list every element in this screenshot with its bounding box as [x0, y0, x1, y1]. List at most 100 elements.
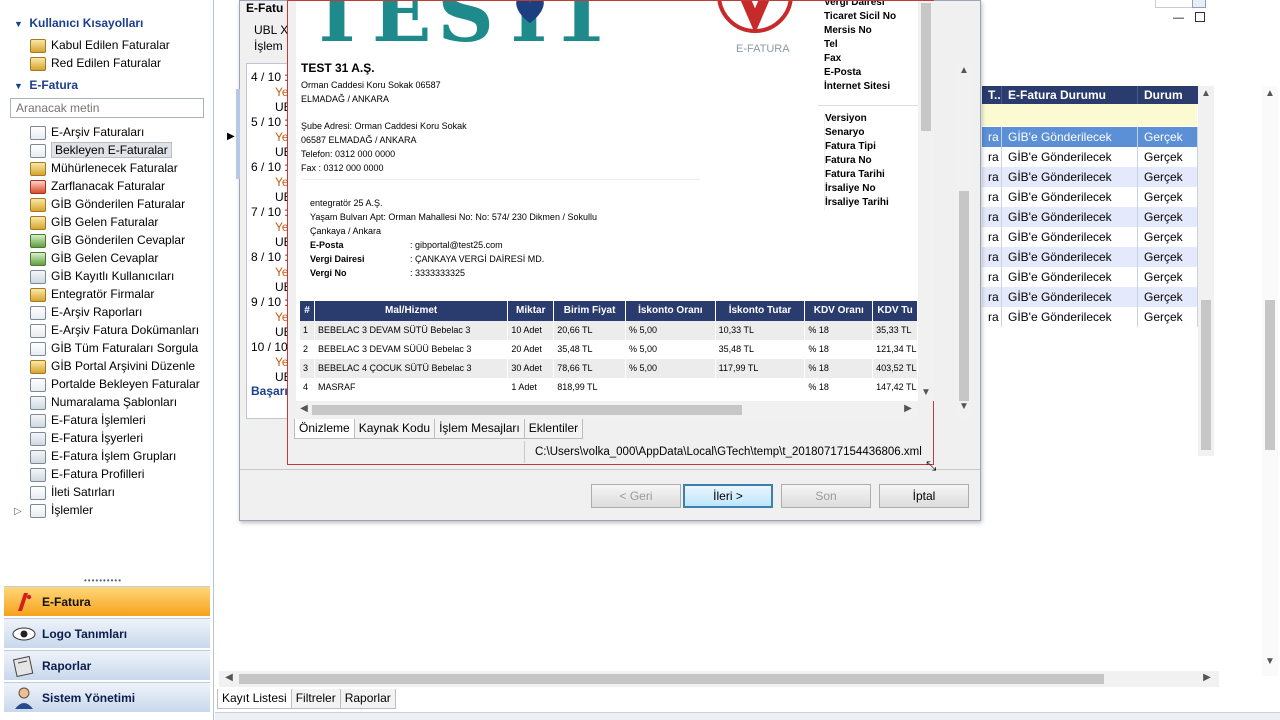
cell-t[interactable]: ra [982, 147, 1002, 167]
scroll-thumb[interactable] [239, 674, 1104, 684]
grid-vertical-scrollbar[interactable]: ▲ [1198, 86, 1214, 456]
scroll-thumb[interactable] [921, 3, 931, 131]
cell-e-fatura-durumu[interactable]: GİB'e Gönderilecek [1002, 247, 1138, 267]
cell-e-fatura-durumu[interactable]: GİB'e Gönderilecek [1002, 307, 1138, 327]
table-row[interactable]: ra GİB'e Gönderilecek Gerçek [982, 267, 1198, 287]
scroll-up-icon[interactable]: ▲ [1198, 88, 1214, 99]
cancel-button[interactable]: İptal [879, 484, 969, 508]
finish-button[interactable]: Son [781, 484, 871, 508]
nav-item-numaralama-sablonlari[interactable]: Numaralama Şablonları [30, 393, 177, 411]
cell-t[interactable]: ra [982, 187, 1002, 207]
table-row[interactable]: ra GİB'e Gönderilecek Gerçek [982, 207, 1198, 227]
resize-grip-icon[interactable]: ⤡ [926, 458, 936, 474]
cell-durum[interactable]: Gerçek [1138, 127, 1198, 147]
tab-eklentiler[interactable]: Eklentiler [523, 419, 584, 439]
nav-item-e-fatura-profilleri[interactable]: E-Fatura Profilleri [30, 465, 144, 483]
wizard-tab-ubl[interactable]: UBL X [254, 23, 288, 37]
cell-durum[interactable]: Gerçek [1138, 187, 1198, 207]
expand-arrow-icon[interactable]: ▷ [14, 503, 30, 521]
cell-e-fatura-durumu[interactable]: GİB'e Gönderilecek [1002, 287, 1138, 307]
tab-raporlar[interactable]: Raporlar [339, 689, 396, 709]
nav-item-e-fatura-islemleri[interactable]: E-Fatura İşlemleri [30, 411, 146, 429]
cell-durum[interactable]: Gerçek [1138, 247, 1198, 267]
cell-durum[interactable]: Gerçek [1138, 227, 1198, 247]
collapse-arrow-icon[interactable]: ▼ [14, 14, 26, 34]
scroll-left-icon[interactable]: ◀ [221, 672, 237, 683]
cell-durum[interactable]: Gerçek [1138, 207, 1198, 227]
column-header-t[interactable]: T... [982, 86, 1002, 104]
next-button[interactable]: İleri > [683, 484, 773, 508]
table-row[interactable]: ra GİB'e Gönderilecek Gerçek [982, 307, 1198, 327]
cell-e-fatura-durumu[interactable]: GİB'e Gönderilecek [1002, 167, 1138, 187]
scroll-thumb[interactable] [1265, 300, 1275, 450]
scroll-up-icon[interactable]: ▲ [1262, 88, 1278, 99]
nav-item-ileti-satirlari[interactable]: İleti Satırları [30, 483, 115, 501]
table-row[interactable]: ra GİB'e Gönderilecek Gerçek [982, 127, 1198, 147]
cell-e-fatura-durumu[interactable]: GİB'e Gönderilecek [1002, 127, 1138, 147]
nav-item-e-arsiv-fatura-dokumanlari[interactable]: E-Arşiv Fatura Dokümanları [30, 321, 199, 339]
nav-item-gib-tum-faturalari-sorgula[interactable]: GİB Tüm Faturaları Sorgula [30, 339, 198, 357]
tab-kaynak-kodu[interactable]: Kaynak Kodu [353, 419, 436, 439]
nav-item-gib-gelen-cevaplar[interactable]: GİB Gelen Cevaplar [30, 249, 158, 267]
nav-item-zarflanacak[interactable]: Zarflanacak Faturalar [30, 177, 165, 195]
scroll-up-icon[interactable]: ▲ [956, 65, 972, 76]
cell-e-fatura-durumu[interactable]: GİB'e Gönderilecek [1002, 147, 1138, 167]
cell-e-fatura-durumu[interactable]: GİB'e Gönderilecek [1002, 187, 1138, 207]
cell-durum[interactable]: Gerçek [1138, 167, 1198, 187]
cell-t[interactable]: ra [982, 127, 1002, 147]
cell-durum[interactable]: Gerçek [1138, 267, 1198, 287]
scroll-thumb[interactable] [312, 405, 742, 415]
group-e-fatura[interactable]: ▼ E-Fatura [4, 75, 210, 95]
cell-durum[interactable]: Gerçek [1138, 287, 1198, 307]
wizard-tab-islem[interactable]: İşlem [254, 39, 283, 53]
tab-onizleme[interactable]: Önizleme [294, 419, 355, 439]
scroll-down-icon[interactable]: ▼ [918, 387, 934, 398]
cell-t[interactable]: ra [982, 167, 1002, 187]
table-row[interactable]: ra GİB'e Gönderilecek Gerçek [982, 147, 1198, 167]
column-header-durum[interactable]: Durum [1138, 86, 1198, 104]
back-button[interactable]: < Geri [591, 484, 681, 508]
cell-e-fatura-durumu[interactable]: GİB'e Gönderilecek [1002, 207, 1138, 227]
main-vertical-scrollbar[interactable]: ▲ ▼ [1262, 86, 1278, 676]
shortcut-rejected-invoices[interactable]: Red Edilen Faturalar [30, 54, 161, 72]
nav-item-gib-gelen-faturalar[interactable]: GİB Gelen Faturalar [30, 213, 158, 231]
bottom-nav-e-fatura[interactable]: E-Fatura [4, 586, 210, 616]
table-row[interactable]: ra GİB'e Gönderilecek Gerçek [982, 247, 1198, 267]
tab-filtreler[interactable]: Filtreler [290, 689, 341, 709]
nav-item-e-fatura-islem-gruplari[interactable]: E-Fatura İşlem Grupları [30, 447, 176, 465]
nav-item-islemler[interactable]: ▷ İşlemler [14, 501, 93, 519]
nav-item-e-fatura-isyerleri[interactable]: E-Fatura İşyerleri [30, 429, 143, 447]
table-row[interactable]: ra GİB'e Gönderilecek Gerçek [982, 167, 1198, 187]
column-header-e-fatura-durumu[interactable]: E-Fatura Durumu [1002, 86, 1138, 104]
group-user-shortcuts[interactable]: ▼ Kullanıcı Kısayolları [4, 13, 210, 33]
shortcut-accepted-invoices[interactable]: Kabul Edilen Faturalar [30, 36, 170, 54]
nav-item-muhurlenecek[interactable]: Mühürlenecek Faturalar [30, 159, 178, 177]
preview-horizontal-scrollbar[interactable]: ◀ ▶ [296, 402, 918, 418]
scroll-thumb[interactable] [959, 191, 969, 401]
bottom-nav-logo-tanimlari[interactable]: Logo Tanımları [4, 618, 210, 648]
cell-t[interactable]: ra [982, 287, 1002, 307]
minimize-icon[interactable]: — [1173, 12, 1184, 24]
restore-icon[interactable] [1192, 0, 1206, 8]
nav-item-gib-kayitli-kullanicilari[interactable]: GİB Kayıtlı Kullanıcıları [30, 267, 174, 285]
nav-item-entegrator-firmalar[interactable]: Entegratör Firmalar [30, 285, 154, 303]
nav-item-portalde-bekleyen-faturalar[interactable]: Portalde Bekleyen Faturalar [30, 375, 200, 393]
scroll-right-icon[interactable]: ▶ [900, 403, 916, 414]
cell-t[interactable]: ra [982, 227, 1002, 247]
cell-e-fatura-durumu[interactable]: GİB'e Gönderilecek [1002, 227, 1138, 247]
nav-item-gib-gonderilen-cevaplar[interactable]: GİB Gönderilen Cevaplar [30, 231, 185, 249]
grid-filter-row[interactable] [982, 104, 1197, 126]
scroll-down-icon[interactable]: ▼ [1262, 656, 1278, 667]
cell-durum[interactable]: Gerçek [1138, 147, 1198, 167]
wizard-vertical-scrollbar[interactable]: ▲ ▼ [956, 63, 972, 419]
nav-item-e-arsiv-raporlari[interactable]: E-Arşiv Raporları [30, 303, 142, 321]
cell-t[interactable]: ra [982, 267, 1002, 287]
main-horizontal-scrollbar[interactable]: ◀ ▶ [219, 671, 1219, 687]
nav-item-gib-portal-arsivini-duzenle[interactable]: GİB Portal Arşivini Düzenle [30, 357, 195, 375]
maximize-icon[interactable] [1195, 12, 1205, 22]
scroll-down-icon[interactable]: ▼ [956, 401, 972, 412]
cell-t[interactable]: ra [982, 207, 1002, 227]
cell-t[interactable]: ra [982, 307, 1002, 327]
splitter-handle[interactable]: •••••••••• [84, 576, 122, 585]
table-row[interactable]: ra GİB'e Gönderilecek Gerçek [982, 227, 1198, 247]
